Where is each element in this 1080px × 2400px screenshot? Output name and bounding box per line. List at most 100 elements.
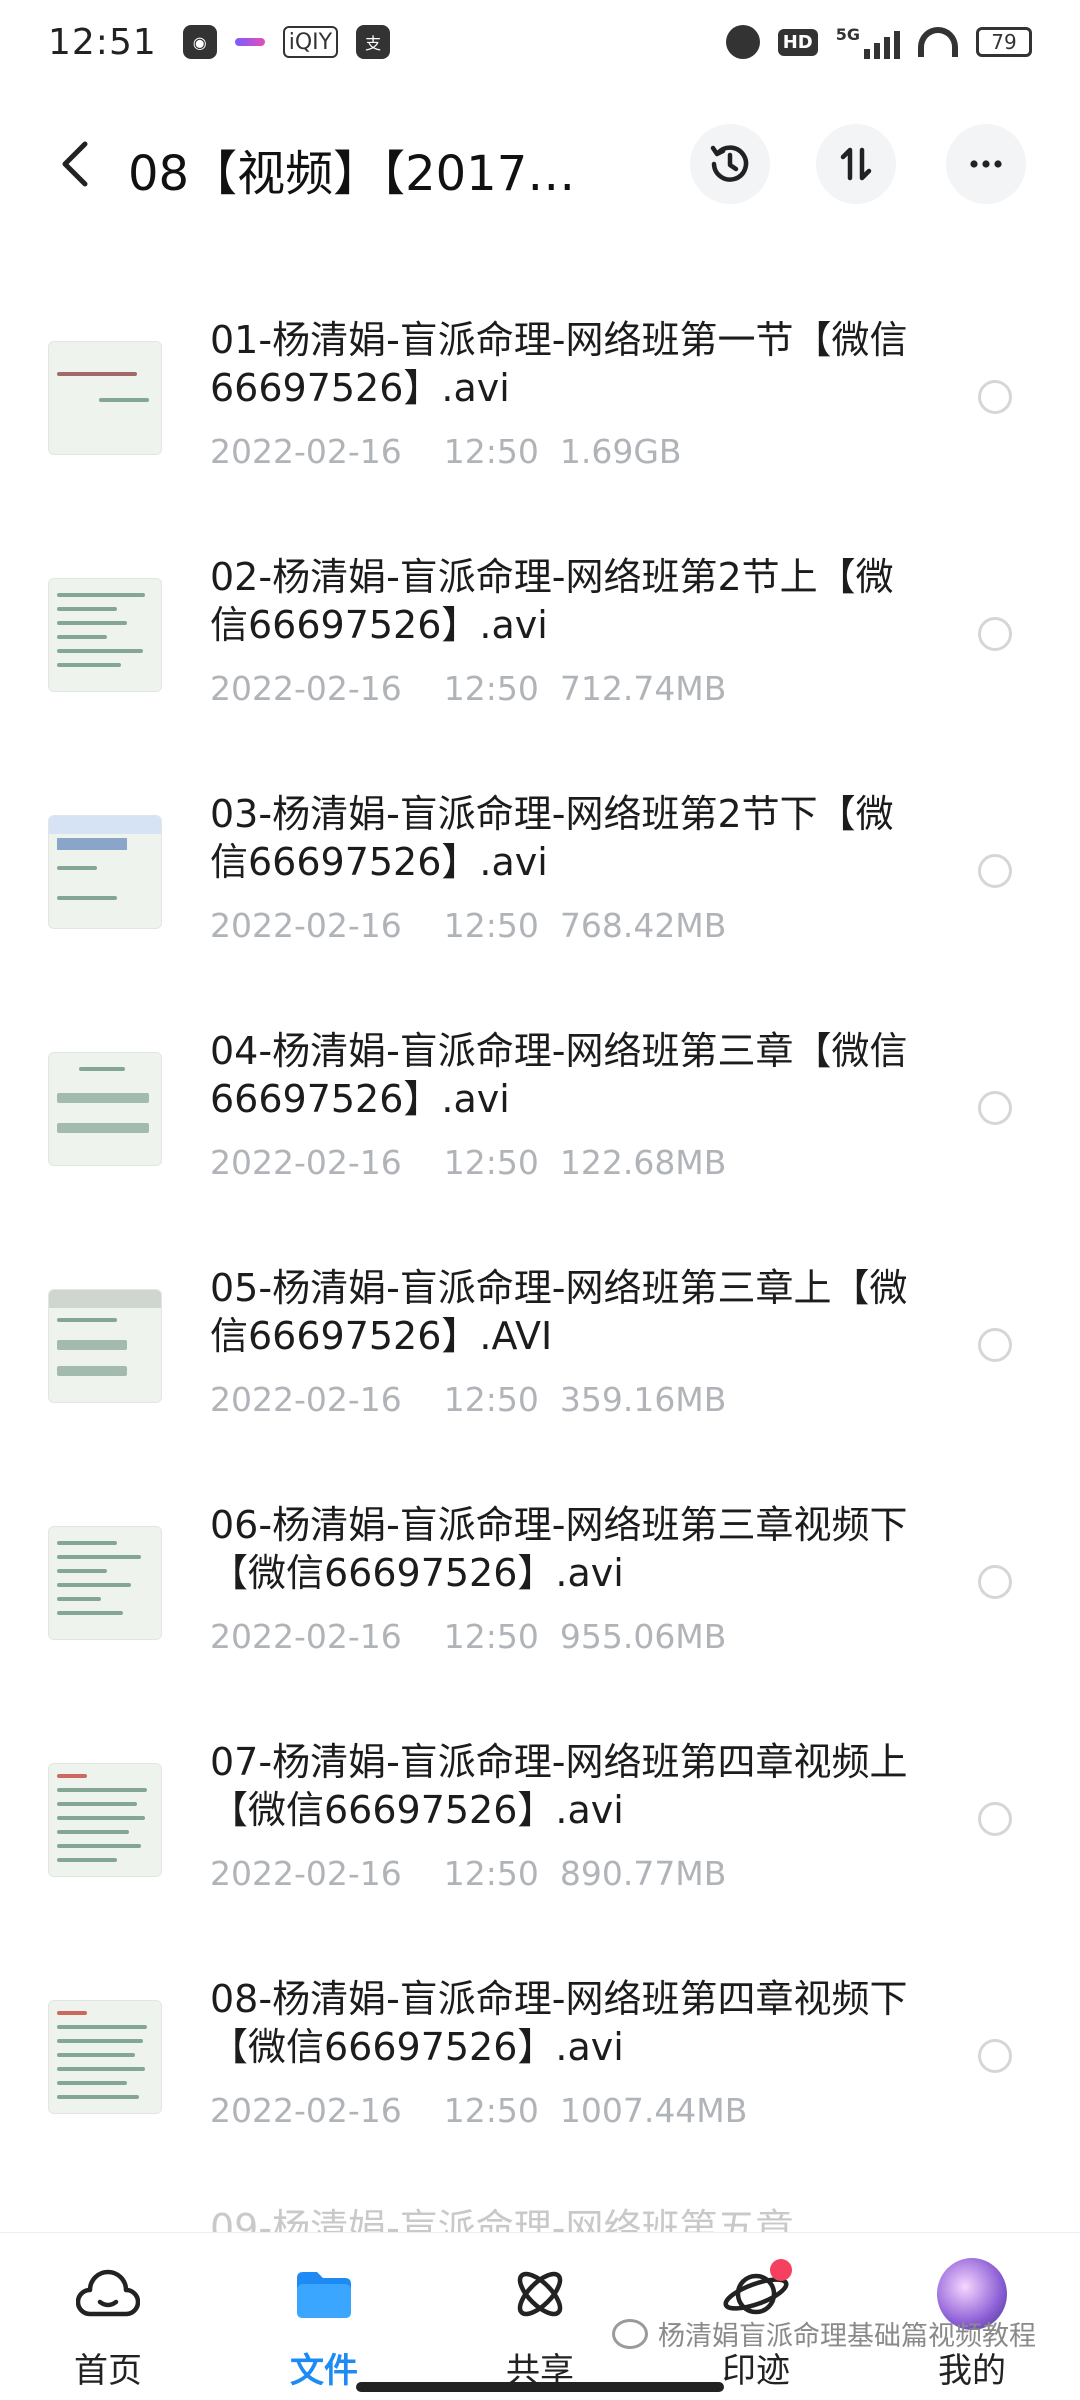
file-size: 955.06MB [559, 1617, 727, 1656]
battery-icon: 79 [976, 27, 1032, 57]
file-meta: 2022-02-16 12:50 1007.44MB [210, 2091, 747, 2130]
video-thumbnail [48, 1052, 162, 1166]
folder-icon [289, 2259, 359, 2329]
file-date: 2022-02-16 [210, 1143, 402, 1182]
watermark-text: 杨清娟盲派命理基础篇视频教程 [658, 2321, 1036, 2352]
video-thumbnail [48, 1526, 162, 1640]
status-bar: 12:51 ◉ iQIY 支 HD 5G 79 [0, 0, 1080, 84]
more-button[interactable] [946, 124, 1026, 204]
file-size: 712.74MB [559, 669, 727, 708]
file-time: 12:50 [443, 432, 539, 471]
page-title: 08【视频】【2017… [128, 146, 576, 202]
video-thumbnail [48, 341, 162, 455]
history-button[interactable] [690, 124, 770, 204]
file-row[interactable]: 06-杨清娟-盲派命理-网络班第三章视频下【微信66697526】.avi 20… [0, 1481, 1080, 1718]
5g-signal-icon: 5G [836, 25, 900, 59]
file-row[interactable]: 04-杨清娟-盲派命理-网络班第三章【微信66697526】.avi 2022-… [0, 1007, 1080, 1244]
file-time: 12:50 [443, 906, 539, 945]
video-thumbnail [48, 815, 162, 929]
file-date: 2022-02-16 [210, 1617, 402, 1656]
file-size: 359.16MB [559, 1380, 727, 1419]
status-right-icons: HD 5G 79 [725, 25, 1032, 59]
camera-app-icon: ◉ [182, 25, 217, 59]
file-meta: 2022-02-16 12:50 768.42MB [210, 906, 726, 945]
select-radio[interactable] [978, 1565, 1012, 1599]
select-radio[interactable] [978, 854, 1012, 888]
file-name: 06-杨清娟-盲派命理-网络班第三章视频下【微信66697526】.avi [210, 1503, 908, 1595]
nav-item-files[interactable]: 文件 [254, 2259, 394, 2392]
file-row[interactable]: 02-杨清娟-盲派命理-网络班第2节上【微信66697526】.avi 2022… [0, 533, 1080, 770]
sort-button[interactable] [816, 124, 896, 204]
home-indicator[interactable] [356, 2382, 724, 2392]
file-row[interactable]: 03-杨清娟-盲派命理-网络班第2节下【微信66697526】.avi 2022… [0, 770, 1080, 1007]
color-dash-icon [234, 38, 265, 46]
file-name: 01-杨清娟-盲派命理-网络班第一节【微信66697526】.avi [210, 318, 908, 410]
top-header: 08【视频】【2017… [0, 110, 1080, 220]
file-name: 05-杨清娟-盲派命理-网络班第三章上【微信66697526】.AVI [210, 1266, 908, 1358]
file-date: 2022-02-16 [210, 906, 402, 945]
file-size: 122.68MB [559, 1143, 727, 1182]
file-list: 01-杨清娟-盲派命理-网络班第一节【微信66697526】.avi 2022-… [0, 296, 1080, 2192]
history-icon [710, 145, 749, 182]
file-meta: 2022-02-16 12:50 122.68MB [210, 1143, 726, 1182]
select-radio[interactable] [978, 1802, 1012, 1836]
file-meta: 2022-02-16 12:50 712.74MB [210, 669, 726, 708]
watermark: 杨清娟盲派命理基础篇视频教程 [612, 2314, 1036, 2353]
share-atom-icon [505, 2259, 575, 2329]
video-thumbnail [48, 2000, 162, 2114]
file-time: 12:50 [443, 2091, 539, 2130]
file-name: 02-杨清娟-盲派命理-网络班第2节上【微信66697526】.avi [210, 555, 894, 647]
video-thumbnail [48, 1289, 162, 1403]
nav-item-home[interactable]: 首页 [38, 2259, 178, 2392]
cloud-home-icon [73, 2259, 143, 2329]
file-time: 12:50 [443, 1854, 539, 1893]
select-radio[interactable] [978, 380, 1012, 414]
file-row[interactable]: 05-杨清娟-盲派命理-网络班第三章上【微信66697526】.AVI 2022… [0, 1244, 1080, 1481]
back-button[interactable] [44, 132, 108, 196]
file-row[interactable]: 08-杨清娟-盲派命理-网络班第四章视频下【微信66697526】.avi 20… [0, 1955, 1080, 2192]
file-size: 890.77MB [559, 1854, 727, 1893]
partial-file-name[interactable]: 09-杨清娟-盲派命理-网络班第五章 [210, 2198, 930, 2232]
file-date: 2022-02-16 [210, 669, 402, 708]
file-time: 12:50 [443, 1617, 539, 1656]
file-size: 1.69GB [559, 432, 682, 471]
chevron-left-icon [62, 141, 88, 187]
file-date: 2022-02-16 [210, 1380, 402, 1419]
file-meta: 2022-02-16 12:50 890.77MB [210, 1854, 726, 1893]
nav-label-home: 首页 [74, 2351, 142, 2391]
status-left-icons: ◉ iQIY 支 [182, 25, 391, 59]
select-radio[interactable] [978, 617, 1012, 651]
file-name: 08-杨清娟-盲派命理-网络班第四章视频下【微信66697526】.avi [210, 1977, 908, 2069]
notification-badge [770, 2259, 792, 2281]
select-radio[interactable] [978, 2039, 1012, 2073]
file-time: 12:50 [443, 1380, 539, 1419]
hd-icon: HD [777, 28, 818, 56]
alipay-icon: 支 [356, 25, 391, 59]
video-thumbnail [48, 578, 162, 692]
file-meta: 2022-02-16 12:50 1.69GB [210, 432, 682, 471]
wechat-icon [612, 2318, 648, 2349]
file-row[interactable]: 01-杨清娟-盲派命理-网络班第一节【微信66697526】.avi 2022-… [0, 296, 1080, 533]
file-date: 2022-02-16 [210, 2091, 402, 2130]
status-time: 12:51 [48, 21, 157, 63]
file-meta: 2022-02-16 12:50 955.06MB [210, 1617, 726, 1656]
more-dots-icon [970, 160, 1002, 168]
iqiyi-icon: iQIY [282, 26, 339, 58]
video-thumbnail [48, 1763, 162, 1877]
file-date: 2022-02-16 [210, 1854, 402, 1893]
alarm-icon [725, 25, 760, 59]
network-type-label: 5G [835, 25, 860, 44]
file-row[interactable]: 07-杨清娟-盲派命理-网络班第四章视频上【微信66697526】.avi 20… [0, 1718, 1080, 1955]
select-radio[interactable] [978, 1328, 1012, 1362]
select-radio[interactable] [978, 1091, 1012, 1125]
file-size: 1007.44MB [559, 2091, 748, 2130]
file-size: 768.42MB [559, 906, 727, 945]
sort-icon [840, 147, 872, 181]
wifi-icon [918, 27, 958, 57]
file-meta: 2022-02-16 12:50 359.16MB [210, 1380, 726, 1419]
file-name: 04-杨清娟-盲派命理-网络班第三章【微信66697526】.avi [210, 1029, 908, 1121]
nav-item-share[interactable]: 共享 [470, 2259, 610, 2392]
file-time: 12:50 [443, 669, 539, 708]
file-time: 12:50 [443, 1143, 539, 1182]
file-name: 03-杨清娟-盲派命理-网络班第2节下【微信66697526】.avi [210, 792, 894, 884]
